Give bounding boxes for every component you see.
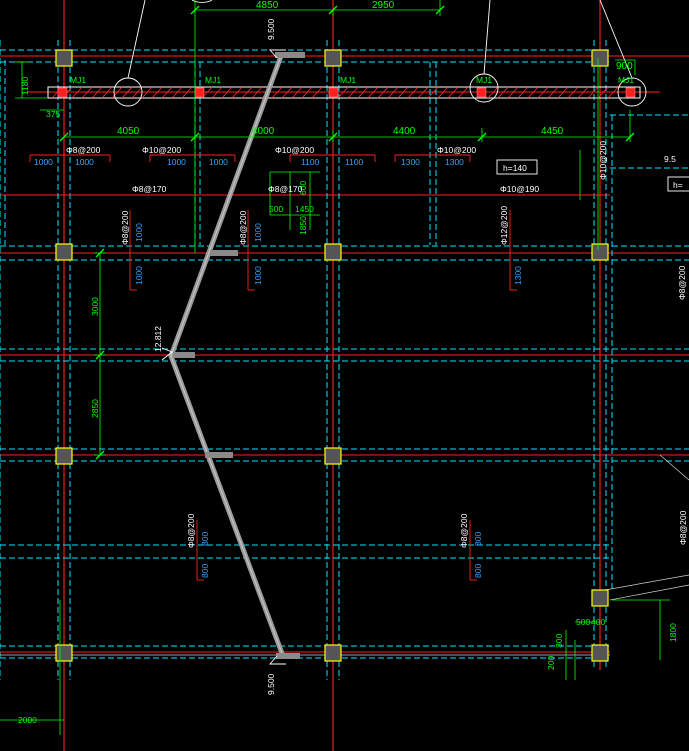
dim-misc: 1450 [295, 204, 314, 214]
cad-floor-plan: 9.500 12.812 9.500 9.5 MJ1 MJ1 MJ1 MJ1 M… [0, 0, 689, 751]
length-label: 1000 [75, 157, 94, 167]
elevation-top: 9.500 [266, 18, 276, 40]
mj-label: MJ1 [618, 75, 634, 85]
rebar-label: Φ8@200 [238, 210, 248, 245]
rebar-label: Φ8@200 [186, 513, 196, 548]
mj-label: MJ1 [340, 75, 356, 85]
mj-label: MJ1 [205, 75, 221, 85]
length-label: 1000 [134, 223, 144, 242]
length-label: 800 [200, 532, 210, 546]
rebar-label: Φ10@200 [437, 145, 476, 155]
rebar-note: Φ10@190 [500, 184, 539, 194]
dim-misc: 300 [554, 634, 564, 648]
dim-misc: 2850 [90, 399, 100, 418]
rebar-note: Φ8@170 [132, 184, 167, 194]
rebar-label: Φ8@200 [120, 210, 130, 245]
length-label: 1000 [253, 223, 263, 242]
dim-misc: 1180 [20, 76, 30, 95]
slab-thickness-label-cut: h= [673, 180, 683, 190]
slab-thickness-label: h=140 [503, 163, 527, 173]
length-label: 1300 [445, 157, 464, 167]
length-label: 1000 [134, 266, 144, 285]
dim-misc: 200 [546, 656, 556, 670]
dim-span-2: 4000 [252, 126, 275, 137]
elevation-mid: 12.812 [153, 326, 163, 352]
dim-span-1: 4050 [117, 126, 140, 137]
dim-misc: 1850 [298, 216, 308, 235]
dim-misc: 3000 [90, 297, 100, 316]
length-label: 1300 [401, 157, 420, 167]
rebar-label: Φ12@200 [499, 206, 509, 245]
rebar-note: Φ10@200 [598, 141, 608, 180]
length-label: 800 [473, 532, 483, 546]
rebar-note: Φ8@170 [268, 184, 303, 194]
dim-top-3: 900 [616, 61, 633, 72]
rebar-label: Φ10@200 [142, 145, 181, 155]
dim-misc: 500 [269, 204, 283, 214]
length-label: 1000 [34, 157, 53, 167]
length-label: 1300 [513, 266, 523, 285]
canvas-background [0, 0, 689, 751]
dim-top-1: 4850 [256, 0, 279, 11]
dim-misc: 375 [46, 109, 60, 119]
dim-top-2: 2950 [372, 0, 395, 11]
elevation-bottom: 9.500 [266, 673, 276, 695]
length-label: 1100 [301, 157, 320, 167]
length-label: 1000 [167, 157, 186, 167]
length-label: 800 [200, 564, 210, 578]
rebar-label: Φ8@200 [677, 265, 687, 300]
rebar-label: Φ10@200 [275, 145, 314, 155]
dim-span-3: 4400 [393, 126, 416, 137]
dim-misc: 400 [591, 617, 605, 627]
length-label: 1100 [345, 157, 364, 167]
rebar-label: Φ8@200 [66, 145, 101, 155]
rebar-label: Φ8@200 [678, 510, 688, 545]
mj-label: MJ1 [70, 75, 86, 85]
mj-label: MJ1 [476, 75, 492, 85]
length-label: 1000 [253, 266, 263, 285]
dim-misc: 500 [576, 617, 590, 627]
elevation-right: 9.5 [664, 154, 676, 164]
length-label: 1000 [209, 157, 228, 167]
dim-span-4: 4450 [541, 126, 564, 137]
length-label: 800 [473, 564, 483, 578]
rebar-label: Φ8@200 [459, 513, 469, 548]
dim-misc: 2000 [18, 715, 37, 725]
dim-misc: 1800 [668, 623, 678, 642]
